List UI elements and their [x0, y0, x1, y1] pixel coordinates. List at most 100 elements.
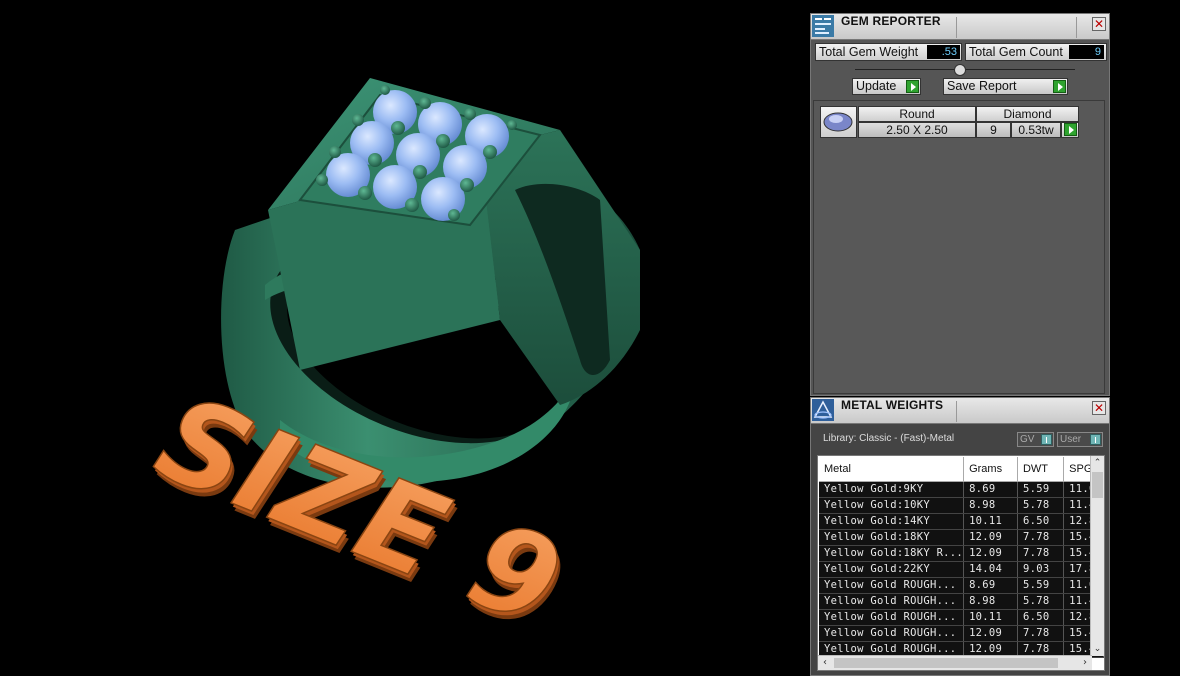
- gem-size-cell: 2.50 X 2.50: [858, 122, 976, 138]
- metal-cell: Yellow Gold ROUGH...: [819, 625, 965, 642]
- scroll-left-icon[interactable]: ‹: [818, 656, 832, 670]
- user-toggle[interactable]: User: [1057, 432, 1103, 447]
- 3d-viewport[interactable]: SIZE 9 SIZE 9 SIZE 9: [0, 0, 808, 676]
- table-header-row: Metal Grams DWT SPG: [819, 457, 1104, 482]
- save-report-button-label: Save Report: [947, 79, 1017, 93]
- play-icon: [1053, 80, 1066, 93]
- gem-reporter-panel: GEM REPORTER ✕ Total Gem Weight .53 Tota…: [810, 13, 1110, 396]
- vertical-scrollbar[interactable]: ⌃ ⌄: [1090, 456, 1104, 656]
- grams-cell: 12.09: [963, 625, 1018, 642]
- gem-material-cell: Diamond: [976, 106, 1079, 122]
- gv-toggle-label: GV: [1020, 434, 1035, 445]
- table-row[interactable]: Yellow Gold:18KY 12.09 7.78 15.41: [819, 529, 1104, 546]
- toggle-knob-icon: [1041, 434, 1052, 445]
- column-header-dwt[interactable]: DWT: [1017, 457, 1065, 482]
- round-gem-icon: [823, 112, 853, 132]
- metal-table: Metal Grams DWT SPG Yellow Gold:9KY 8.69 5…: [819, 457, 1104, 658]
- column-header-grams[interactable]: Grams: [963, 457, 1018, 482]
- update-button[interactable]: Update: [852, 78, 921, 95]
- grams-cell: 8.69: [963, 577, 1018, 594]
- metal-cell: Yellow Gold:18KY R...: [819, 545, 965, 562]
- dwt-cell: 6.50: [1017, 609, 1065, 626]
- gem-weight-cell: 0.53tw: [1011, 122, 1061, 138]
- grams-cell: 12.09: [963, 545, 1018, 562]
- dwt-cell: 7.78: [1017, 545, 1065, 562]
- metal-weights-titlebar[interactable]: METAL WEIGHTS ✕: [811, 398, 1109, 424]
- dwt-cell: 9.03: [1017, 561, 1065, 578]
- metal-cell: Yellow Gold:18KY: [819, 529, 965, 546]
- gem-slider-thumb[interactable]: [954, 64, 966, 76]
- metal-cell: Yellow Gold:9KY: [819, 481, 965, 498]
- table-row[interactable]: Yellow Gold ROUGH... 10.11 6.50 12.88: [819, 609, 1104, 626]
- grams-cell: 14.04: [963, 561, 1018, 578]
- table-row[interactable]: Yellow Gold:14KY 10.11 6.50 12.88: [819, 513, 1104, 530]
- total-gem-count-label: Total Gem Count: [969, 45, 1063, 59]
- scroll-right-icon[interactable]: ›: [1078, 656, 1092, 670]
- table-row[interactable]: Yellow Gold ROUGH... 8.98 5.78 11.45: [819, 593, 1104, 610]
- metal-weights-table[interactable]: Metal Grams DWT SPG Yellow Gold:9KY 8.69 5…: [817, 455, 1105, 671]
- metal-cell: Yellow Gold:22KY: [819, 561, 965, 578]
- metal-cell: Yellow Gold ROUGH...: [819, 609, 965, 626]
- close-icon[interactable]: ✕: [1092, 17, 1106, 31]
- grams-cell: 10.11: [963, 609, 1018, 626]
- user-toggle-label: User: [1060, 434, 1082, 445]
- play-icon: [1064, 123, 1077, 136]
- dwt-cell: 6.50: [1017, 513, 1065, 530]
- table-row[interactable]: Yellow Gold:22KY 14.04 9.03 17.89: [819, 561, 1104, 578]
- dwt-cell: 5.59: [1017, 577, 1065, 594]
- total-gem-weight-field: Total Gem Weight .53: [815, 43, 962, 61]
- metal-cell: Yellow Gold ROUGH...: [819, 577, 965, 594]
- total-gem-weight-value: .53: [927, 45, 960, 59]
- dwt-cell: 5.78: [1017, 593, 1065, 610]
- table-row[interactable]: Yellow Gold ROUGH... 8.69 5.59 11.08: [819, 577, 1104, 594]
- ring-render: SIZE 9 SIZE 9 SIZE 9: [139, 78, 641, 660]
- metal-weights-title: METAL WEIGHTS: [841, 398, 944, 412]
- grams-cell: 8.69: [963, 481, 1018, 498]
- total-gem-count-value: 9: [1069, 45, 1104, 59]
- total-gem-weight-label: Total Gem Weight: [819, 45, 919, 59]
- titlebar-divider: [956, 17, 957, 38]
- titlebar-divider: [956, 401, 957, 422]
- table-row[interactable]: Yellow Gold ROUGH... 12.09 7.78 15.41: [819, 625, 1104, 642]
- titlebar-divider: [1076, 17, 1077, 38]
- grams-cell: 10.11: [963, 513, 1018, 530]
- metal-cell: Yellow Gold:10KY: [819, 497, 965, 514]
- toggle-knob-icon: [1090, 434, 1101, 445]
- gem-thumbnail[interactable]: [820, 106, 857, 138]
- gem-shape-cell: Round: [858, 106, 976, 122]
- metal-cell: Yellow Gold:14KY: [819, 513, 965, 530]
- gem-row-go-button[interactable]: [1061, 122, 1079, 138]
- metal-cell: Yellow Gold ROUGH...: [819, 593, 965, 610]
- grams-cell: 8.98: [963, 593, 1018, 610]
- update-button-label: Update: [856, 79, 897, 93]
- dwt-cell: 5.78: [1017, 497, 1065, 514]
- gem-reporter-titlebar[interactable]: GEM REPORTER ✕: [811, 14, 1109, 40]
- column-header-metal[interactable]: Metal: [819, 457, 965, 482]
- close-icon[interactable]: ✕: [1092, 401, 1106, 415]
- scroll-down-icon[interactable]: ⌄: [1091, 642, 1104, 656]
- dwt-cell: 7.78: [1017, 529, 1065, 546]
- gv-toggle[interactable]: GV: [1017, 432, 1054, 447]
- table-row[interactable]: Yellow Gold:18KY R... 12.09 7.78 15.41: [819, 545, 1104, 562]
- table-row[interactable]: Yellow Gold:9KY 8.69 5.59 11.08: [819, 481, 1104, 498]
- gem-reporter-icon: [812, 15, 834, 37]
- table-row[interactable]: Yellow Gold:10KY 8.98 5.78 11.45: [819, 497, 1104, 514]
- horizontal-scrollbar[interactable]: ‹ ›: [818, 655, 1092, 670]
- metal-weights-panel: METAL WEIGHTS ✕ Library: Classic - (Fast…: [810, 397, 1110, 676]
- vertical-scroll-thumb[interactable]: [1092, 472, 1103, 498]
- scroll-up-icon[interactable]: ⌃: [1091, 456, 1104, 470]
- gem-list: Round Diamond 2.50 X 2.50 9 0.53tw: [813, 100, 1105, 394]
- dwt-cell: 5.59: [1017, 481, 1065, 498]
- library-label: Library: Classic - (Fast)-Metal: [823, 433, 955, 444]
- gem-count-cell: 9: [976, 122, 1011, 138]
- dwt-cell: 7.78: [1017, 625, 1065, 642]
- total-gem-count-field: Total Gem Count 9: [965, 43, 1107, 61]
- horizontal-scroll-thumb[interactable]: [834, 658, 1058, 668]
- gem-reporter-title: GEM REPORTER: [841, 14, 941, 28]
- metal-weights-icon: [812, 399, 834, 421]
- grams-cell: 12.09: [963, 529, 1018, 546]
- play-icon: [906, 80, 919, 93]
- save-report-button[interactable]: Save Report: [943, 78, 1068, 95]
- gem-totals-row: Total Gem Weight .53 Total Gem Count 9: [815, 43, 1107, 61]
- grams-cell: 8.98: [963, 497, 1018, 514]
